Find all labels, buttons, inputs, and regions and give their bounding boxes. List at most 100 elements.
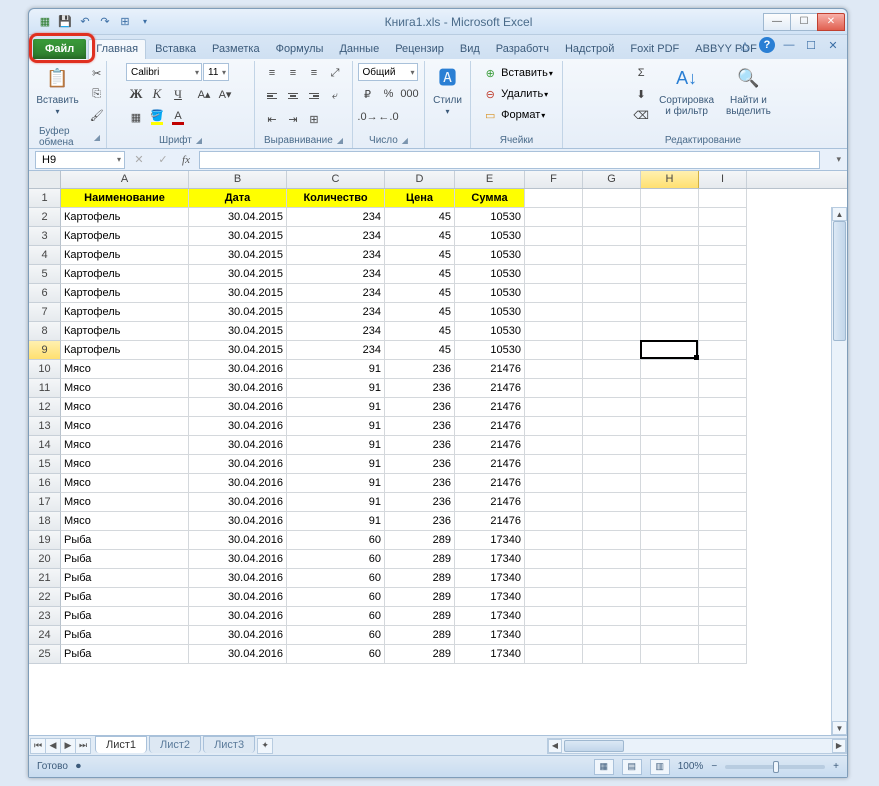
number-format-combo[interactable]: Общий [358, 63, 418, 81]
row-header[interactable]: 3 [29, 227, 61, 246]
cell[interactable] [699, 360, 747, 379]
sheet-tab[interactable]: Лист1 [95, 736, 147, 753]
fx-icon[interactable]: fx [177, 151, 195, 169]
cell[interactable] [641, 531, 699, 550]
cell[interactable]: 30.04.2016 [189, 436, 287, 455]
cell[interactable] [525, 550, 583, 569]
col-header-H[interactable]: H [641, 171, 699, 188]
cell[interactable]: Картофель [61, 322, 189, 341]
cell[interactable]: 10530 [455, 284, 525, 303]
cell[interactable]: 30.04.2016 [189, 531, 287, 550]
format-cells-button[interactable]: ▭Формат▾ [480, 105, 545, 125]
cell[interactable] [641, 284, 699, 303]
cell[interactable]: 91 [287, 417, 385, 436]
borders-icon[interactable]: ▦ [126, 107, 146, 127]
view-layout-icon[interactable]: ▤ [622, 759, 642, 775]
wrap-text-icon[interactable]: ⤶ [325, 86, 345, 106]
decrease-indent-icon[interactable]: ⇤ [262, 109, 282, 129]
cell[interactable] [699, 607, 747, 626]
cell[interactable] [699, 474, 747, 493]
cell[interactable]: 45 [385, 246, 455, 265]
cell[interactable]: 236 [385, 455, 455, 474]
row-header[interactable]: 19 [29, 531, 61, 550]
cell[interactable]: 30.04.2016 [189, 417, 287, 436]
cell[interactable] [641, 379, 699, 398]
cell[interactable]: 60 [287, 531, 385, 550]
cell[interactable] [583, 512, 641, 531]
row-header[interactable]: 20 [29, 550, 61, 569]
cell[interactable]: 91 [287, 512, 385, 531]
cell[interactable]: 30.04.2015 [189, 341, 287, 360]
cell[interactable]: 45 [385, 265, 455, 284]
cell[interactable]: 236 [385, 379, 455, 398]
macro-record-icon[interactable]: ⏺ [76, 761, 81, 772]
qat-customize-icon[interactable]: ▾ [137, 14, 153, 30]
cell[interactable] [525, 512, 583, 531]
delete-cells-button[interactable]: ⊖Удалить▾ [480, 84, 548, 104]
cell[interactable]: 236 [385, 512, 455, 531]
grid-body[interactable]: 1НаименованиеДатаКоличествоЦенаСумма2Кар… [29, 189, 847, 735]
cell[interactable]: 21476 [455, 493, 525, 512]
vscroll-thumb[interactable] [833, 221, 846, 341]
cell[interactable]: 236 [385, 436, 455, 455]
row-header[interactable]: 17 [29, 493, 61, 512]
zoom-in-icon[interactable]: + [833, 761, 839, 772]
cell[interactable] [699, 436, 747, 455]
cell[interactable] [699, 569, 747, 588]
cell[interactable]: Дата [189, 189, 287, 208]
cell[interactable]: 91 [287, 360, 385, 379]
cell[interactable]: 30.04.2016 [189, 379, 287, 398]
cell[interactable]: 91 [287, 436, 385, 455]
tab-данные[interactable]: Данные [332, 40, 386, 59]
cell[interactable] [583, 303, 641, 322]
cell[interactable] [525, 398, 583, 417]
font-launcher-icon[interactable]: ◢ [196, 136, 202, 145]
cell[interactable] [641, 303, 699, 322]
tab-формулы[interactable]: Формулы [269, 40, 331, 59]
cell[interactable] [525, 341, 583, 360]
cell[interactable] [525, 360, 583, 379]
cell[interactable]: 10530 [455, 246, 525, 265]
row-header[interactable]: 22 [29, 588, 61, 607]
styles-button[interactable]: 🅰 Стили ▾ [429, 63, 466, 119]
cell[interactable]: 91 [287, 493, 385, 512]
cell[interactable] [641, 474, 699, 493]
cell[interactable]: Рыба [61, 531, 189, 550]
cell[interactable] [699, 303, 747, 322]
cell[interactable]: 60 [287, 588, 385, 607]
format-painter-icon[interactable]: 🖌 [87, 105, 107, 125]
cell[interactable]: Картофель [61, 208, 189, 227]
cell[interactable]: 17340 [455, 645, 525, 664]
cell[interactable] [641, 645, 699, 664]
row-header[interactable]: 10 [29, 360, 61, 379]
cell[interactable]: 30.04.2016 [189, 645, 287, 664]
row-header[interactable]: 16 [29, 474, 61, 493]
cell[interactable] [583, 455, 641, 474]
cell[interactable]: Рыба [61, 569, 189, 588]
cell[interactable]: 234 [287, 208, 385, 227]
cell[interactable]: 236 [385, 493, 455, 512]
cell[interactable]: Картофель [61, 284, 189, 303]
tab-надстрой[interactable]: Надстрой [558, 40, 621, 59]
ribbon-collapse-icon[interactable]: △ [737, 37, 753, 53]
cell[interactable] [525, 531, 583, 550]
maximize-button[interactable]: ☐ [790, 13, 818, 31]
cell[interactable] [525, 569, 583, 588]
cell[interactable] [525, 265, 583, 284]
increase-indent-icon[interactable]: ⇥ [283, 109, 303, 129]
cell[interactable] [525, 417, 583, 436]
increase-decimal-icon[interactable]: .0→ [358, 107, 378, 127]
cell[interactable]: 30.04.2016 [189, 474, 287, 493]
row-header[interactable]: 21 [29, 569, 61, 588]
sheet-nav-first-icon[interactable]: ⏮ [30, 738, 46, 754]
row-header[interactable]: 1 [29, 189, 61, 208]
cell[interactable]: 21476 [455, 379, 525, 398]
cell[interactable] [583, 645, 641, 664]
row-header[interactable]: 12 [29, 398, 61, 417]
align-top-icon[interactable]: ≡ [262, 63, 282, 83]
cell[interactable]: Картофель [61, 265, 189, 284]
cell[interactable]: 30.04.2016 [189, 588, 287, 607]
cell[interactable]: 17340 [455, 607, 525, 626]
row-header[interactable]: 18 [29, 512, 61, 531]
cell[interactable]: 234 [287, 265, 385, 284]
